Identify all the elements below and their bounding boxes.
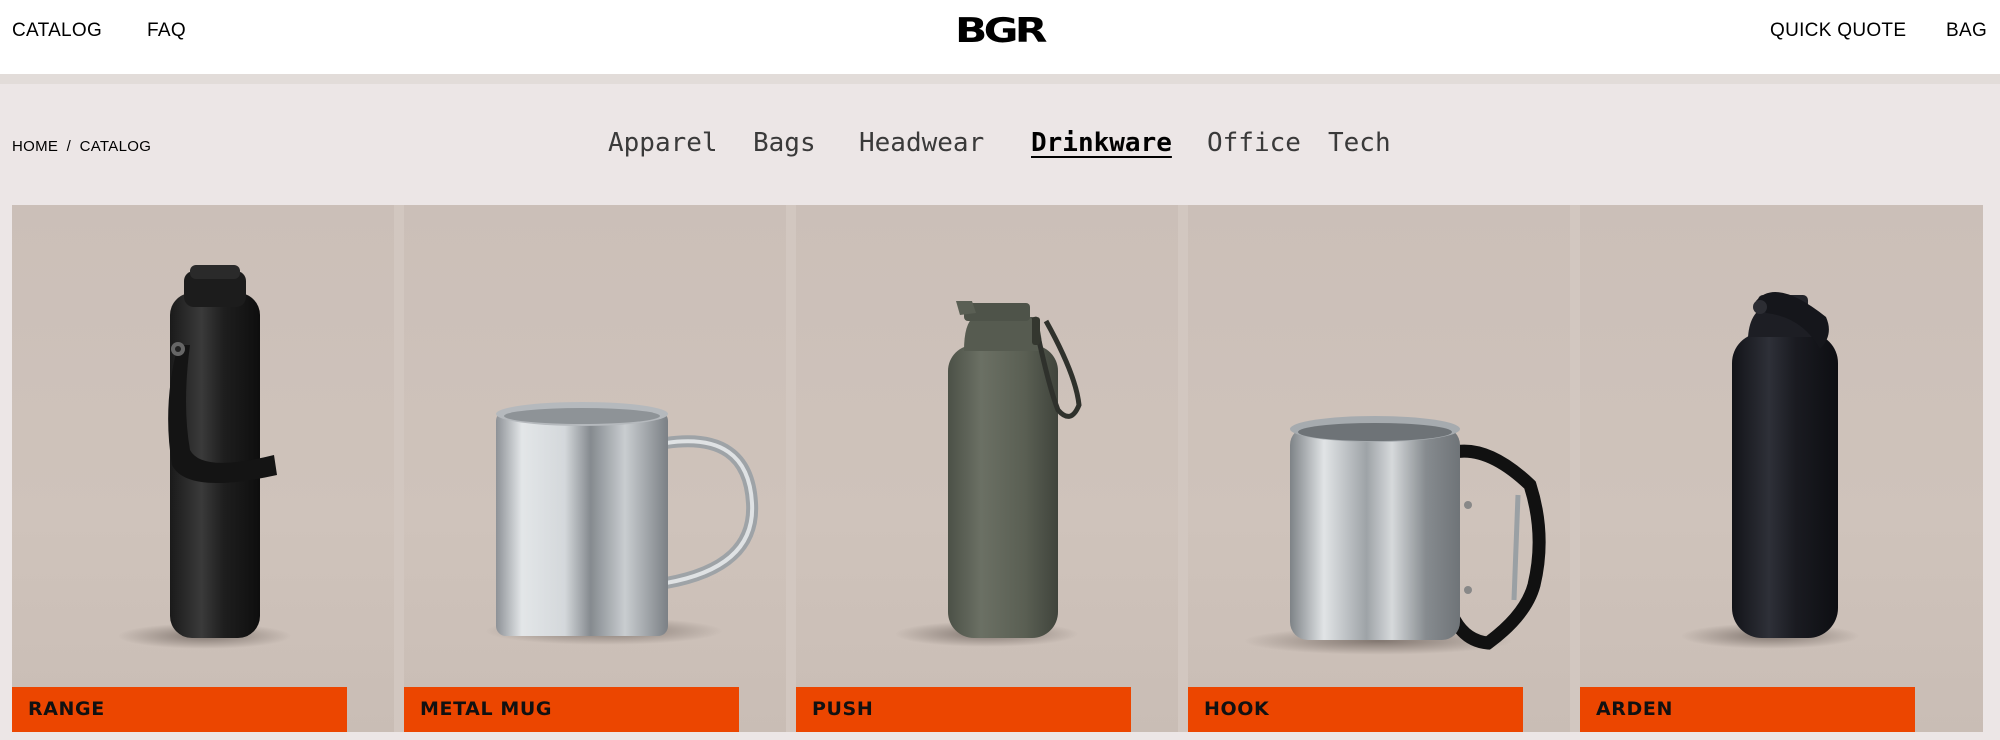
product-label[interactable]: PUSH: [796, 687, 1131, 732]
black-bottle-with-handle-icon: [1732, 292, 1838, 638]
product-card-arden[interactable]: ARDEN: [1580, 205, 1983, 732]
product-name: PUSH: [812, 698, 874, 720]
product-name: METAL MUG: [420, 698, 553, 720]
product-name: HOOK: [1204, 698, 1270, 720]
card-divider: [394, 205, 404, 732]
nav-catalog-link[interactable]: CATALOG: [12, 20, 102, 42]
olive-bottle-with-loop-icon: [948, 301, 1082, 638]
product-label[interactable]: RANGE: [12, 687, 347, 732]
page-bottom: [0, 732, 2000, 740]
category-tabs: Apparel Bags Headwear Drinkware Office T…: [0, 128, 2000, 164]
product-card-range[interactable]: RANGE: [12, 205, 394, 732]
product-card-metal-mug[interactable]: METAL MUG: [404, 205, 786, 732]
product-card-push[interactable]: PUSH: [796, 205, 1178, 732]
tab-bags[interactable]: Bags: [753, 128, 816, 158]
header-divider: [0, 74, 2000, 84]
card-divider: [786, 205, 796, 732]
product-label[interactable]: METAL MUG: [404, 687, 739, 732]
tab-apparel[interactable]: Apparel: [608, 128, 718, 158]
product-name: ARDEN: [1596, 698, 1673, 720]
tab-office[interactable]: Office: [1207, 128, 1301, 158]
product-label[interactable]: HOOK: [1188, 687, 1523, 732]
brand-logo[interactable]: BGR: [955, 14, 1048, 48]
tab-drinkware[interactable]: Drinkware: [1031, 128, 1172, 158]
bag-link[interactable]: BAG: [1946, 20, 1987, 42]
product-label[interactable]: ARDEN: [1580, 687, 1915, 732]
nav-faq-link[interactable]: FAQ: [147, 20, 186, 42]
tab-headwear[interactable]: Headwear: [859, 128, 984, 158]
tab-tech[interactable]: Tech: [1328, 128, 1391, 158]
product-name: RANGE: [28, 698, 105, 720]
quick-quote-link[interactable]: QUICK QUOTE: [1770, 20, 1906, 42]
card-divider: [1178, 205, 1188, 732]
product-card-hook[interactable]: HOOK: [1188, 205, 1570, 732]
site-header: CATALOG FAQ BGR QUICK QUOTE BAG: [0, 0, 2000, 74]
black-bottle-with-strap-icon: [168, 265, 277, 638]
steel-mug-carabiner-icon: [1290, 416, 1546, 650]
steel-mug-icon: [496, 402, 759, 636]
card-divider: [1570, 205, 1580, 732]
